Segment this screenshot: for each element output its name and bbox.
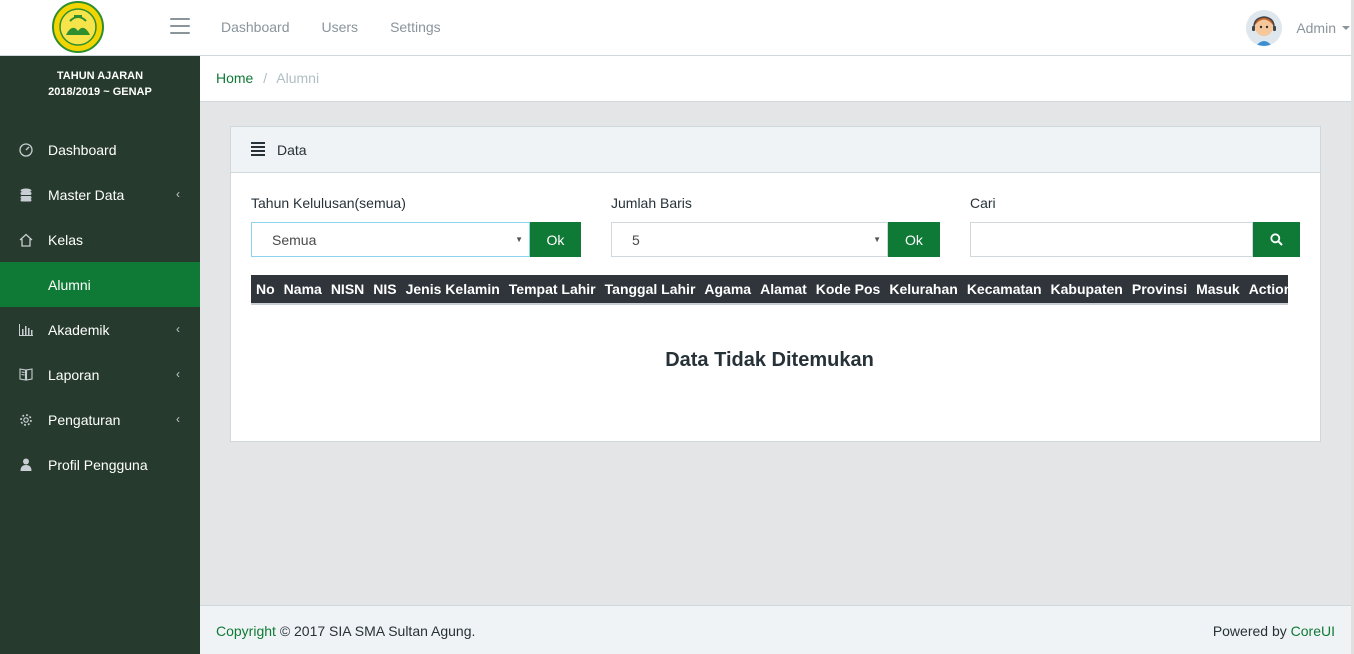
school-logo[interactable] xyxy=(52,1,104,53)
sidebar-item-label: Dashboard xyxy=(48,141,117,158)
chevron-left-icon: ‹ xyxy=(176,412,180,426)
sidebar-item-master-data[interactable]: Master Data ‹ xyxy=(0,172,200,217)
dropdown-arrow-icon: ▼ xyxy=(515,235,523,244)
top-navigation: Dashboard Users Settings xyxy=(221,19,441,35)
chevron-left-icon: ‹ xyxy=(176,187,180,201)
sidebar-item-dashboard[interactable]: Dashboard xyxy=(0,127,200,172)
sidebar-item-akademik[interactable]: Akademik ‹ xyxy=(0,307,200,352)
row-count-filter: Jumlah Baris 5 ▼ Ok xyxy=(611,195,940,257)
sidebar-item-profil-pengguna[interactable]: Profil Pengguna xyxy=(0,442,200,487)
chevron-down-icon xyxy=(1342,26,1350,30)
sidebar-item-label: Alumni xyxy=(48,276,91,293)
column-header-nisn[interactable]: NISN xyxy=(331,281,364,297)
graduation-year-select[interactable]: Semua ▼ xyxy=(251,222,530,257)
footer: Copyright © 2017 SIA SMA Sultan Agung. P… xyxy=(200,605,1351,654)
graduation-year-label: Tahun Kelulusan(semua) xyxy=(251,195,406,211)
home-icon xyxy=(18,232,34,248)
copyright-text: © 2017 SIA SMA Sultan Agung. xyxy=(279,623,476,639)
column-header-nama[interactable]: Nama xyxy=(284,281,322,297)
table-header-row: No Nama NISN NIS Jenis Kelamin Tempat La… xyxy=(251,275,1292,305)
graduation-year-value: Semua xyxy=(272,232,317,248)
sidebar-item-label: Master Data xyxy=(48,186,125,203)
speedometer-icon xyxy=(18,142,34,158)
copyright: Copyright © 2017 SIA SMA Sultan Agung. xyxy=(216,623,476,639)
search-filter: Cari xyxy=(970,195,1300,257)
column-header-kabupaten[interactable]: Kabupaten xyxy=(1051,281,1123,297)
column-header-masuk[interactable]: Masuk xyxy=(1196,281,1240,297)
bar-chart-icon xyxy=(18,322,34,338)
column-header-kode-pos[interactable]: Kode Pos xyxy=(816,281,881,297)
sidebar-item-label: Profil Pengguna xyxy=(48,456,148,473)
column-header-action[interactable]: Action xyxy=(1249,281,1293,297)
sidebar-item-label: Pengaturan xyxy=(48,411,121,428)
sidebar-toggle-button[interactable] xyxy=(170,18,190,34)
column-header-jenis-kelamin[interactable]: Jenis Kelamin xyxy=(406,281,500,297)
topnav-dashboard-link[interactable]: Dashboard xyxy=(221,19,290,35)
graduation-year-ok-button[interactable]: Ok xyxy=(530,222,581,257)
user-menu[interactable]: Admin xyxy=(1246,10,1350,46)
sidebar-item-label: Akademik xyxy=(48,321,110,338)
user-avatar-icon xyxy=(1246,10,1283,46)
sidebar-item-pengaturan[interactable]: Pengaturan ‹ xyxy=(0,397,200,442)
sidebar-item-kelas[interactable]: Kelas xyxy=(0,217,200,262)
breadcrumb-current: Alumni xyxy=(276,70,320,86)
graduation-year-filter: Tahun Kelulusan(semua) Semua ▼ Ok xyxy=(251,195,581,257)
column-header-agama[interactable]: Agama xyxy=(704,281,751,297)
search-label: Cari xyxy=(970,195,996,211)
chevron-left-icon: ‹ xyxy=(176,367,180,381)
column-header-kecamatan[interactable]: Kecamatan xyxy=(967,281,1042,297)
row-count-ok-button[interactable]: Ok xyxy=(888,222,940,257)
row-count-label: Jumlah Baris xyxy=(611,195,692,211)
dropdown-arrow-icon: ▼ xyxy=(873,235,881,244)
academic-year-info: TAHUN AJARAN 2018/2019 ~ GENAP xyxy=(0,56,200,119)
list-icon xyxy=(251,141,265,158)
column-header-alamat[interactable]: Alamat xyxy=(760,281,807,297)
breadcrumb-home-link[interactable]: Home xyxy=(216,70,253,86)
card-header: Data xyxy=(231,127,1320,173)
column-header-nis[interactable]: NIS xyxy=(373,281,396,297)
year-title: TAHUN AJARAN xyxy=(56,70,144,82)
user-icon xyxy=(18,457,34,473)
column-header-kelurahan[interactable]: Kelurahan xyxy=(889,281,957,297)
coreui-link[interactable]: CoreUI xyxy=(1291,623,1335,639)
powered-by-text: Powered by xyxy=(1212,623,1287,639)
copyright-link[interactable]: Copyright xyxy=(216,623,276,639)
chevron-left-icon: ‹ xyxy=(176,322,180,336)
sidebar-nav: Dashboard Master Data ‹ Kelas Alumni Aka… xyxy=(0,127,200,487)
book-icon xyxy=(18,367,34,383)
column-header-no[interactable]: No xyxy=(256,281,275,297)
search-input[interactable] xyxy=(970,222,1253,257)
sidebar-item-label: Laporan xyxy=(48,366,100,383)
row-count-select[interactable]: 5 ▼ xyxy=(611,222,888,257)
sidebar-item-laporan[interactable]: Laporan ‹ xyxy=(0,352,200,397)
sidebar-item-label: Kelas xyxy=(48,231,84,248)
search-button[interactable] xyxy=(1253,222,1300,257)
breadcrumb-separator: / xyxy=(263,70,268,86)
column-header-tempat-lahir[interactable]: Tempat Lahir xyxy=(509,281,596,297)
empty-state-message: Data Tidak Ditemukan xyxy=(665,349,874,371)
card-title: Data xyxy=(277,141,307,158)
avatar[interactable] xyxy=(1246,10,1283,46)
year-value: 2018/2019 ~ GENAP xyxy=(48,86,152,98)
column-header-tanggal-lahir[interactable]: Tanggal Lahir xyxy=(605,281,696,297)
top-header: Dashboard Users Settings Admin xyxy=(0,0,1354,56)
sidebar-item-alumni[interactable]: Alumni xyxy=(0,262,200,307)
row-count-value: 5 xyxy=(632,232,640,248)
column-header-provinsi[interactable]: Provinsi xyxy=(1132,281,1187,297)
search-icon xyxy=(1270,233,1283,246)
topnav-users-link[interactable]: Users xyxy=(322,19,359,35)
breadcrumb: Home / Alumni xyxy=(200,56,1351,102)
gear-icon xyxy=(18,412,34,428)
topnav-settings-link[interactable]: Settings xyxy=(390,19,441,35)
database-icon xyxy=(18,187,34,203)
powered-by: Powered by CoreUI xyxy=(1212,623,1335,639)
data-card: Data Tahun Kelulusan(semua) Semua ▼ Ok J… xyxy=(230,126,1321,442)
user-name[interactable]: Admin xyxy=(1296,20,1336,36)
sidebar: TAHUN AJARAN 2018/2019 ~ GENAP Dashboard… xyxy=(0,56,200,654)
